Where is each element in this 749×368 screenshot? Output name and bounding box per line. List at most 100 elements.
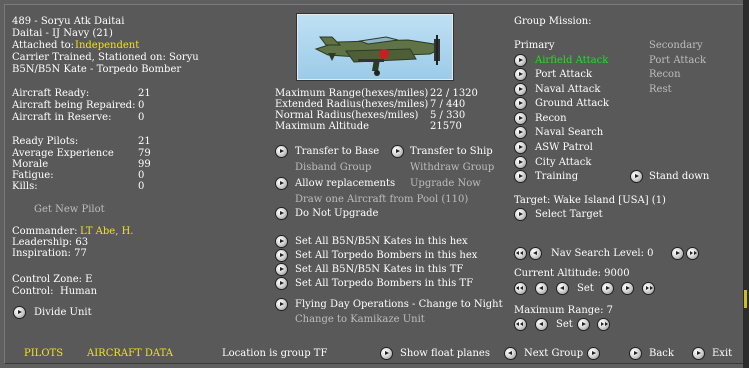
stand-down-button[interactable]: Stand down (649, 171, 709, 183)
set-all-hex-type-button[interactable]: Set All B5N/B5N Kates in this hex (295, 236, 468, 248)
mission-asw-icon[interactable] (515, 142, 526, 153)
inspiration: Inspiration: 77 (12, 248, 87, 259)
aircraft-repaired-label: Aircraft being Repaired: (12, 100, 136, 111)
nav-search-double-right-icon[interactable] (687, 248, 698, 259)
divide-unit-icon[interactable] (14, 307, 25, 318)
stand-down-icon[interactable] (631, 171, 642, 182)
range-right-icon[interactable] (578, 319, 589, 330)
mission-port-attack[interactable]: Port Attack (535, 69, 592, 81)
aircraft-type: B5N/B5N Kate - Torpedo Bomber (12, 64, 182, 75)
mission-airfield-attack[interactable]: Airfield Attack (535, 55, 608, 67)
back-icon[interactable] (630, 348, 641, 359)
group-mission-header: Group Mission: (514, 16, 592, 27)
show-float-planes-button[interactable]: Show float planes (400, 348, 490, 360)
mission-training[interactable]: Training (535, 171, 578, 183)
altitude-double-right-icon[interactable] (643, 283, 654, 294)
draw-aircraft-button[interactable]: Draw one Aircraft from Pool (110) (295, 194, 468, 206)
altitude-small-right-icon[interactable] (602, 283, 613, 294)
range-left-icon[interactable] (536, 319, 547, 330)
transfer-base-button[interactable]: Transfer to Base (295, 146, 379, 158)
allow-replacements-icon[interactable] (276, 178, 287, 189)
nav-search-double-left-icon[interactable] (515, 248, 526, 259)
transfer-base-icon[interactable] (276, 146, 287, 157)
mission-recon[interactable]: Recon (535, 113, 567, 125)
do-not-upgrade-icon[interactable] (276, 208, 287, 219)
pilots-tab[interactable]: PILOTS (24, 348, 63, 360)
divide-unit-button[interactable]: Divide Unit (34, 307, 92, 319)
secondary-recon[interactable]: Recon (649, 69, 681, 81)
aircraft-data-tab[interactable]: AIRCRAFT DATA (87, 348, 173, 360)
mission-ground-icon[interactable] (515, 98, 526, 109)
mission-naval-icon[interactable] (515, 84, 526, 95)
mission-airfield-icon[interactable] (515, 55, 526, 66)
unit-subtitle: Daitai - IJ Navy (21) (12, 28, 113, 39)
aircraft-image (297, 14, 453, 80)
mission-ground-attack[interactable]: Ground Attack (535, 98, 609, 110)
kills-value: 0 (138, 181, 145, 192)
set-all-tf-role-button[interactable]: Set All Torpedo Bombers in this TF (295, 278, 473, 290)
next-group-label: Next Group (524, 348, 584, 359)
select-target-icon[interactable] (515, 209, 526, 220)
current-altitude: Current Altitude: 9000 (514, 268, 630, 279)
withdraw-group-button[interactable]: Withdraw Group (410, 162, 494, 174)
altitude-double-left-icon[interactable] (515, 283, 526, 294)
range-double-left-icon[interactable] (515, 319, 526, 330)
mission-training-icon[interactable] (515, 171, 526, 182)
altitude-set-label[interactable]: Set (577, 283, 594, 295)
mission-port-icon[interactable] (515, 69, 526, 80)
nav-search-level: Nav Search Level: 0 (551, 248, 654, 259)
set-all-hex-role-icon[interactable] (276, 250, 287, 261)
location-info: Location is group TF (222, 348, 328, 359)
flying-day-button[interactable]: Flying Day Operations - Change to Night (295, 299, 503, 311)
range-double-right-icon[interactable] (598, 319, 609, 330)
mission-city-attack[interactable]: City Attack (535, 157, 591, 169)
exit-button[interactable]: Exit (712, 348, 732, 360)
map-edge (743, 0, 749, 368)
next-group-icon[interactable] (588, 348, 599, 359)
upgrade-now-button[interactable]: Upgrade Now (410, 178, 481, 190)
set-all-tf-type-icon[interactable] (276, 264, 287, 275)
mission-naval-search[interactable]: Naval Search (535, 127, 603, 139)
set-all-tf-role-icon[interactable] (276, 278, 287, 289)
allow-replacements-button[interactable]: Allow replacements (295, 178, 395, 190)
primary-label: Primary (514, 40, 555, 51)
altitude-right-icon[interactable] (622, 283, 633, 294)
secondary-label: Secondary (649, 40, 703, 51)
mission-city-icon[interactable] (515, 157, 526, 168)
mission-recon-icon[interactable] (515, 113, 526, 124)
set-all-tf-type-button[interactable]: Set All B5N/B5N Kates in this TF (295, 264, 463, 276)
altitude-left-icon[interactable] (536, 283, 547, 294)
get-new-pilot-button[interactable]: Get New Pilot (34, 204, 105, 216)
flying-day-icon[interactable] (276, 299, 287, 310)
secondary-rest[interactable]: Rest (649, 84, 672, 96)
previous-group-icon[interactable] (505, 348, 516, 359)
attached-value[interactable]: Independent (75, 40, 139, 52)
secondary-port-attack[interactable]: Port Attack (649, 55, 706, 67)
show-float-planes-icon[interactable] (381, 348, 392, 359)
disband-group-button[interactable]: Disband Group (295, 162, 371, 174)
mission-naval-attack[interactable]: Naval Attack (535, 84, 600, 96)
aircraft-reserve-value: 0 (138, 112, 145, 123)
back-button[interactable]: Back (649, 348, 674, 360)
kills-label: Kills: (12, 181, 38, 192)
nav-search-left-icon[interactable] (530, 248, 541, 259)
mission-naval-search-icon[interactable] (515, 127, 526, 138)
control-zone: Control Zone: E (12, 274, 93, 285)
range-set-label[interactable]: Set (556, 319, 573, 331)
control-value: Human (60, 286, 98, 297)
set-all-hex-type-icon[interactable] (276, 236, 287, 247)
select-target-button[interactable]: Select Target (535, 209, 603, 221)
do-not-upgrade-button[interactable]: Do Not Upgrade (295, 208, 378, 220)
aircraft-reserve-label: Aircraft in Reserve: (12, 112, 112, 123)
transfer-ship-button[interactable]: Transfer to Ship (410, 146, 493, 158)
altitude-small-left-icon[interactable] (557, 283, 568, 294)
nav-search-right-icon[interactable] (672, 248, 683, 259)
mission-asw-patrol[interactable]: ASW Patrol (535, 142, 593, 154)
kamikaze-button[interactable]: Change to Kamikaze Unit (295, 314, 425, 326)
carrier-info: Carrier Trained, Stationed on: Soryu (12, 52, 199, 63)
set-all-hex-role-button[interactable]: Set All Torpedo Bombers in this hex (295, 250, 477, 262)
target-info: Target: Wake Island [USA] (1) (514, 195, 666, 206)
map-marker (744, 290, 747, 308)
transfer-ship-icon[interactable] (392, 146, 403, 157)
exit-icon[interactable] (693, 348, 704, 359)
